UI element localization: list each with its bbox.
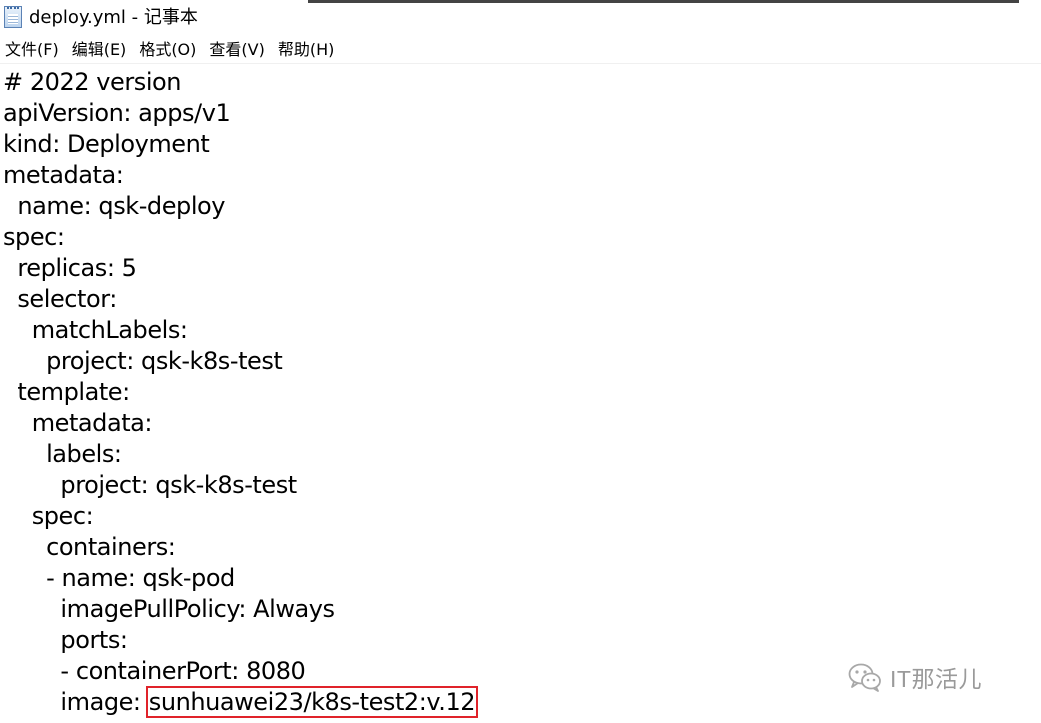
editor-line: template: (3, 378, 130, 406)
editor-line: containers: (3, 533, 176, 561)
editor-line: labels: (3, 440, 122, 468)
watermark-text: IT那活儿 (890, 666, 982, 692)
editor-line: project: qsk-k8s-test (3, 471, 297, 499)
title-bar-edge (308, 0, 1019, 3)
menu-view[interactable]: 查看(V) (202, 39, 270, 61)
text-editor[interactable]: # 2022 version apiVersion: apps/v1 kind:… (0, 64, 1041, 723)
menu-edit[interactable]: 编辑(E) (65, 39, 133, 61)
editor-line: # 2022 version (3, 68, 182, 96)
menu-file[interactable]: 文件(F) (0, 39, 65, 61)
wechat-logo-icon (848, 663, 881, 692)
editor-line: - containerPort: 8080 (3, 657, 306, 685)
editor-line: spec: (3, 223, 65, 251)
editor-line: metadata: (3, 161, 124, 189)
menu-help[interactable]: 帮助(H) (271, 39, 341, 61)
menu-format[interactable]: 格式(O) (132, 39, 202, 61)
editor-line: replicas: 5 (3, 254, 137, 282)
image-key: image: (3, 688, 148, 716)
menu-bar: 文件(F) 编辑(E) 格式(O) 查看(V) 帮助(H) (0, 36, 1041, 64)
window-title: deploy.yml - 记事本 (29, 7, 198, 28)
notepad-icon (4, 6, 22, 28)
editor-line: selector: (3, 285, 117, 313)
editor-line: matchLabels: (3, 316, 188, 344)
editor-line: project: qsk-k8s-test (3, 347, 283, 375)
editor-line: kind: Deployment (3, 130, 210, 158)
watermark: IT那活儿 (848, 659, 982, 695)
editor-line: ports: (3, 626, 128, 654)
notepad-window: deploy.yml - 记事本 文件(F) 编辑(E) 格式(O) 查看(V)… (0, 0, 1041, 723)
editor-line: name: qsk-deploy (3, 192, 226, 220)
title-bar: deploy.yml - 记事本 (0, 0, 1041, 36)
editor-line: - name: qsk-pod (3, 564, 235, 592)
editor-line: metadata: (3, 409, 153, 437)
editor-line-image: image: sunhuawei23/k8s-test2:v.12 (3, 686, 479, 718)
editor-line: spec: (3, 502, 94, 530)
editor-line: apiVersion: apps/v1 (3, 99, 231, 127)
editor-lines: # 2022 version apiVersion: apps/v1 kind:… (3, 67, 479, 718)
editor-line: imagePullPolicy: Always (3, 595, 335, 623)
highlighted-image-value: sunhuawei23/k8s-test2:v.12 (145, 686, 479, 718)
